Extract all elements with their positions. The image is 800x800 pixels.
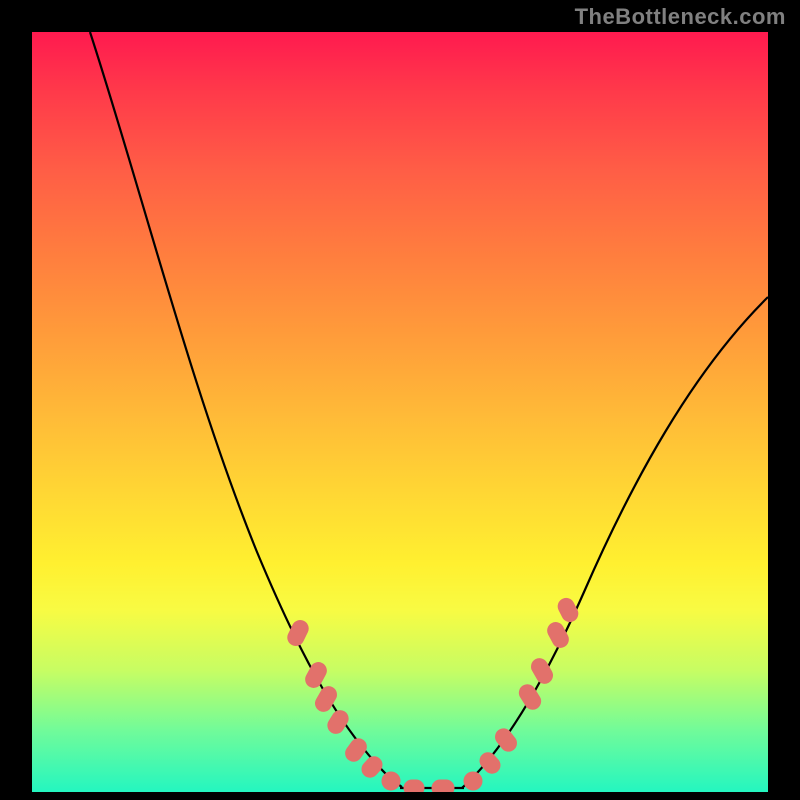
curve-right [462, 297, 768, 788]
chart-container: TheBottleneck.com [0, 0, 800, 800]
markers-right [460, 596, 580, 792]
markers-left [285, 618, 403, 792]
curve-layer [32, 32, 768, 792]
curve-left [90, 32, 402, 787]
attribution-text: TheBottleneck.com [575, 4, 786, 30]
markers-floor [404, 780, 454, 792]
plot-area [32, 32, 768, 792]
